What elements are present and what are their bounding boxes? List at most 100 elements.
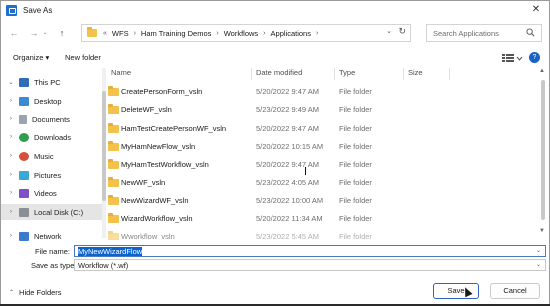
file-row[interactable]: HamTestCreatePersonWF_vsln 5/20/2022 9:4… bbox=[106, 122, 549, 136]
column-divider[interactable] bbox=[403, 68, 404, 80]
file-row[interactable]: CreatePersonForm_vsln 5/20/2022 9:47 AM … bbox=[106, 85, 549, 99]
sidebar-item-network[interactable]: › Network bbox=[1, 228, 102, 244]
breadcrumb-separator-icon[interactable]: › bbox=[134, 30, 136, 37]
file-name-dropdown-icon[interactable]: ⌄ bbox=[536, 247, 541, 254]
breadcrumb-overflow-icon[interactable]: « bbox=[103, 30, 107, 37]
breadcrumb-item[interactable]: Workflows bbox=[224, 29, 258, 38]
view-options-icon[interactable] bbox=[501, 52, 523, 64]
save-as-type-select[interactable]: Workflow (*.wf) ⌄ bbox=[74, 259, 546, 271]
file-row[interactable]: DeleteWF_vsln 5/23/2022 9:49 AM File fol… bbox=[106, 103, 549, 117]
sidebar-item-local-disk[interactable]: › Local Disk (C:) bbox=[1, 204, 102, 220]
file-date: 5/20/2022 11:34 AM bbox=[256, 214, 323, 223]
refresh-icon[interactable]: ↻ bbox=[398, 26, 406, 37]
file-type: File folder bbox=[339, 124, 372, 133]
window-title: Save As bbox=[23, 5, 53, 15]
sidebar-item-downloads[interactable]: › Downloads bbox=[1, 129, 102, 145]
file-name-field[interactable]: MyNewWizardFlow ⌄ bbox=[74, 245, 546, 257]
navigation-pane: ⌄ This PC › Desktop › Documents › Downlo… bbox=[1, 68, 102, 241]
search-icon[interactable] bbox=[526, 28, 535, 37]
sidebar-item-label: Documents bbox=[32, 114, 70, 124]
hide-folders-label: Hide Folders bbox=[19, 288, 62, 297]
file-name-label: File name: bbox=[34, 247, 70, 256]
file-name: CreatePersonForm_vsln bbox=[121, 87, 203, 96]
save-button[interactable]: Save bbox=[433, 283, 479, 299]
file-type: File folder bbox=[339, 160, 372, 169]
column-divider[interactable] bbox=[251, 68, 252, 80]
file-date: 5/20/2022 9:47 AM bbox=[256, 160, 319, 169]
navigation-bar: ← → ⌄ ↑ « WFS › Ham Training Demos › Wor… bbox=[1, 21, 549, 45]
expand-chevron-icon[interactable]: ⌄ bbox=[7, 79, 15, 86]
file-date: 5/23/2022 9:49 AM bbox=[256, 105, 319, 114]
scrollbar-thumb[interactable] bbox=[541, 80, 545, 220]
file-type: File folder bbox=[339, 178, 372, 187]
expand-chevron-icon[interactable]: › bbox=[7, 116, 15, 122]
cancel-button[interactable]: Cancel bbox=[490, 283, 540, 299]
chevron-down-icon[interactable]: ⌄ bbox=[536, 261, 541, 268]
file-date: 5/20/2022 9:47 AM bbox=[256, 124, 319, 133]
breadcrumb-separator-icon[interactable]: › bbox=[263, 30, 265, 37]
save-as-dialog: Save As ✕ ← → ⌄ ↑ « WFS › Ham Training D… bbox=[0, 0, 550, 306]
help-icon[interactable]: ? bbox=[529, 52, 540, 63]
column-header-date-modified[interactable]: Date modified bbox=[256, 68, 302, 80]
file-row[interactable]: MyHamNewFlow_vsln 5/20/2022 10:15 AM Fil… bbox=[106, 140, 549, 154]
sidebar-item-label: Videos bbox=[34, 188, 57, 198]
folder-icon bbox=[108, 159, 119, 169]
file-type: File folder bbox=[339, 232, 372, 240]
file-row[interactable]: NewWF_vsln 5/23/2022 4:05 AM File folder bbox=[106, 176, 549, 190]
column-divider[interactable] bbox=[334, 68, 335, 80]
breadcrumb-item[interactable]: WFS bbox=[112, 29, 129, 38]
scroll-down-icon[interactable]: ▼ bbox=[539, 228, 545, 234]
network-icon bbox=[19, 231, 29, 241]
breadcrumb-item[interactable]: Ham Training Demos bbox=[141, 29, 211, 38]
breadcrumb-separator-icon[interactable]: › bbox=[316, 30, 318, 37]
expand-chevron-icon[interactable]: › bbox=[7, 209, 15, 215]
hide-folders-button[interactable]: ⌃ Hide Folders bbox=[9, 288, 62, 297]
expand-chevron-icon[interactable]: › bbox=[7, 233, 15, 239]
file-name: HamTestCreatePersonWF_vsln bbox=[121, 124, 227, 133]
sidebar-item-label: Music bbox=[34, 151, 54, 161]
close-icon[interactable]: ✕ bbox=[529, 3, 543, 17]
expand-chevron-icon[interactable]: › bbox=[7, 98, 15, 104]
file-type: File folder bbox=[339, 196, 372, 205]
column-header-type[interactable]: Type bbox=[339, 68, 355, 80]
recent-locations-icon[interactable]: ⌄ bbox=[41, 25, 49, 41]
chevron-up-icon: ⌃ bbox=[9, 290, 15, 296]
new-folder-button[interactable]: New folder bbox=[65, 53, 101, 62]
search-input[interactable]: Search Applications bbox=[426, 24, 542, 42]
back-icon[interactable]: ← bbox=[7, 25, 21, 41]
sidebar-item-this-pc[interactable]: ⌄ This PC bbox=[1, 74, 102, 90]
file-date: 5/23/2022 5:45 AM bbox=[256, 232, 319, 240]
file-row[interactable]: WizardWorkflow_vsln 5/20/2022 11:34 AM F… bbox=[106, 212, 549, 226]
file-row[interactable]: MyHamTestWorkflow_vsln 5/20/2022 9:47 AM… bbox=[106, 158, 549, 172]
sidebar-item-desktop[interactable]: › Desktop bbox=[1, 93, 102, 109]
file-row[interactable]: Wworkflow_vsln 5/23/2022 5:45 AM File fo… bbox=[106, 230, 549, 240]
address-bar[interactable]: « WFS › Ham Training Demos › Workflows ›… bbox=[81, 24, 411, 42]
file-name: MyHamTestWorkflow_vsln bbox=[121, 160, 209, 169]
expand-chevron-icon[interactable]: › bbox=[7, 134, 15, 140]
expand-chevron-icon[interactable]: › bbox=[7, 190, 15, 196]
file-name: MyHamNewFlow_vsln bbox=[121, 142, 196, 151]
sidebar-item-label: Desktop bbox=[34, 96, 62, 106]
expand-chevron-icon[interactable]: › bbox=[7, 172, 15, 178]
forward-icon[interactable]: → bbox=[27, 25, 41, 41]
expand-chevron-icon[interactable]: › bbox=[7, 153, 15, 159]
column-header-name[interactable]: Name bbox=[111, 68, 131, 80]
sidebar-item-videos[interactable]: › Videos bbox=[1, 185, 102, 201]
sidebar-item-music[interactable]: › Music bbox=[1, 148, 102, 164]
address-dropdown-icon[interactable]: ⌄ bbox=[386, 27, 392, 35]
organize-menu-button[interactable]: Organize ▾ bbox=[13, 53, 49, 62]
sidebar-item-label: This PC bbox=[34, 77, 61, 87]
file-row[interactable]: NewWizardWF_vsln 5/23/2022 10:00 AM File… bbox=[106, 194, 549, 208]
up-icon[interactable]: ↑ bbox=[55, 25, 69, 41]
videos-icon bbox=[19, 188, 29, 198]
folder-icon bbox=[108, 195, 119, 205]
file-list-scrollbar[interactable]: ▲ ▼ bbox=[539, 68, 547, 240]
title-bar: Save As ✕ bbox=[1, 1, 549, 19]
breadcrumb-item[interactable]: Applications bbox=[271, 29, 311, 38]
sidebar-item-pictures[interactable]: › Pictures bbox=[1, 167, 102, 183]
scroll-up-icon[interactable]: ▲ bbox=[539, 68, 545, 74]
sidebar-item-documents[interactable]: › Documents bbox=[1, 111, 102, 127]
breadcrumb-separator-icon[interactable]: › bbox=[216, 30, 218, 37]
column-divider[interactable] bbox=[449, 68, 450, 80]
column-header-size[interactable]: Size bbox=[408, 68, 423, 80]
